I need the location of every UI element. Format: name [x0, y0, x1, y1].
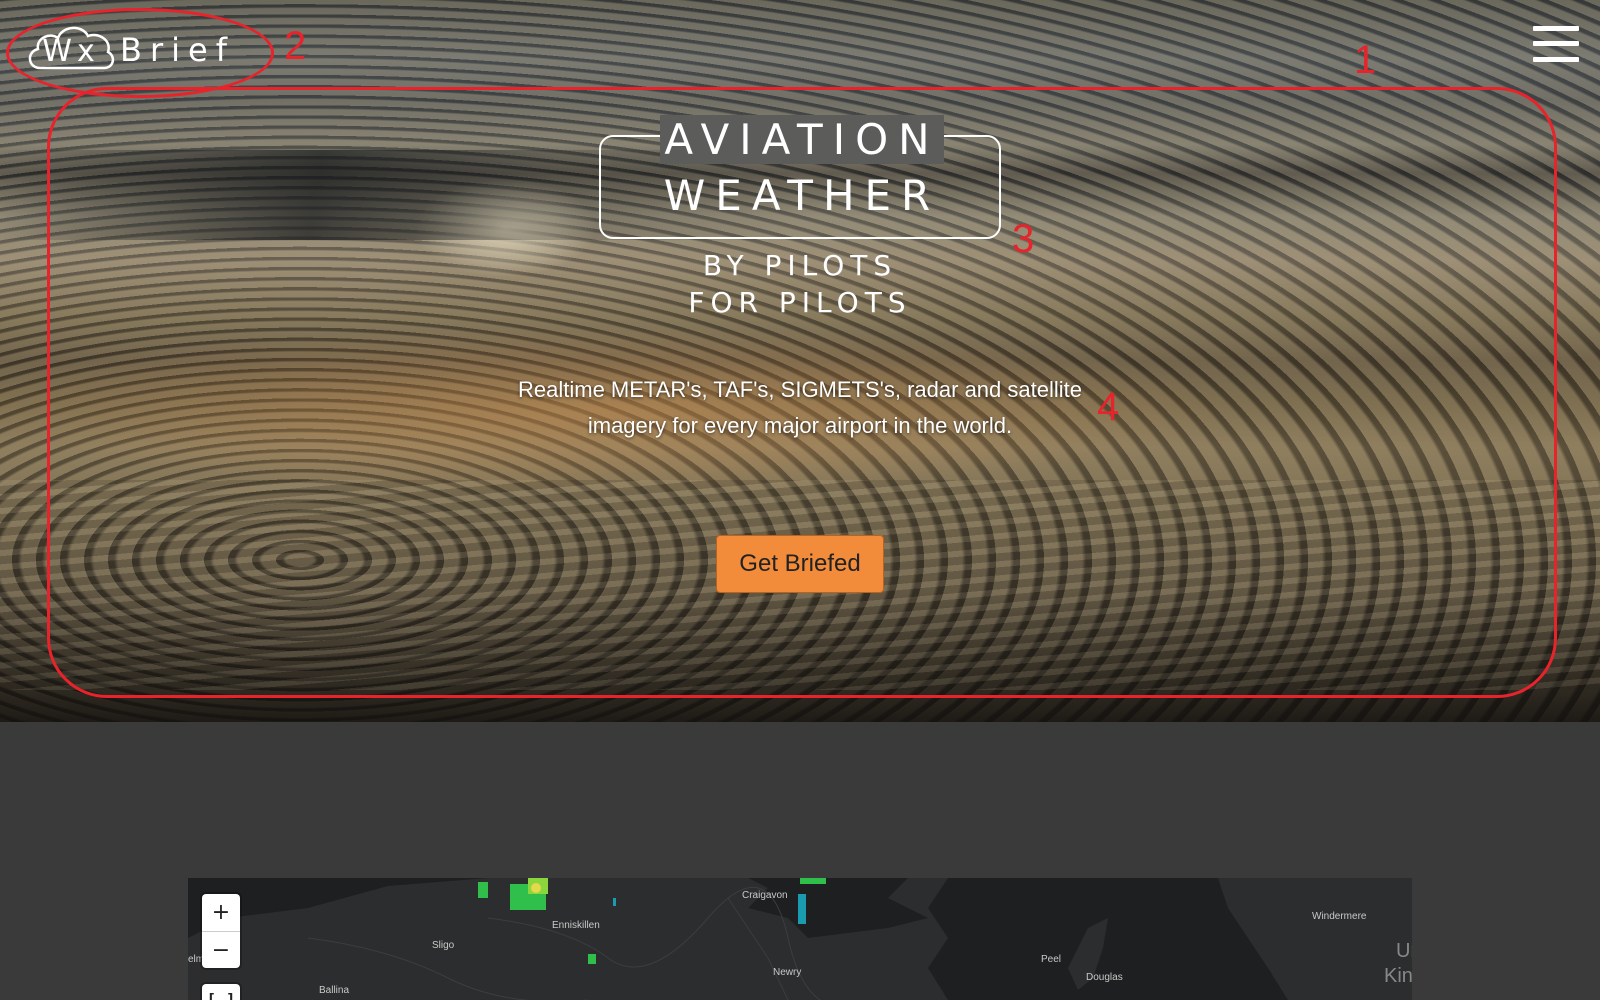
- zoom-control: + −: [202, 894, 240, 968]
- zoom-in-button[interactable]: +: [202, 894, 240, 931]
- headline-line-1: AVIATION: [582, 115, 1022, 164]
- map-label-sligo: Sligo: [432, 940, 455, 951]
- map-label-windermere: Windermere: [1312, 911, 1367, 922]
- hamburger-menu-icon[interactable]: [1533, 24, 1579, 64]
- get-briefed-button[interactable]: Get Briefed: [716, 535, 884, 593]
- headline-weather: WEATHER: [663, 171, 941, 220]
- hero-section: Wx Brief AVIATION WEATHER BY PILOTS FOR …: [0, 0, 1600, 722]
- wxbrief-logo[interactable]: Wx Brief: [26, 22, 235, 72]
- map-terrain: [188, 878, 1412, 1000]
- radar-map[interactable]: Craigavon Enniskillen Sligo Newry Ballin…: [188, 878, 1412, 1000]
- tagline-by-pilots: BY PILOTS: [702, 249, 898, 282]
- headline-frame: AVIATION WEATHER: [599, 115, 1001, 239]
- headline-line-2: WEATHER: [582, 171, 1022, 220]
- map-label-enniskillen: Enniskillen: [552, 920, 600, 931]
- map-label-ur: Ur: [1396, 940, 1412, 962]
- tagline-for-pilots: FOR PILOTS: [688, 286, 912, 319]
- map-label-peel: Peel: [1041, 954, 1062, 965]
- hero-description: Realtime METAR's, TAF's, SIGMETS's, rada…: [518, 377, 1082, 438]
- logo-wx-text: Wx: [42, 33, 100, 69]
- cloud-logo-icon: Wx: [26, 22, 116, 72]
- map-label-ballina: Ballina: [319, 985, 350, 996]
- map-label-newry: Newry: [773, 967, 802, 978]
- map-label-kin: Kin: [1384, 965, 1412, 987]
- map-label-craigavon: Craigavon: [742, 890, 788, 901]
- logo-brief-text: Brief: [120, 31, 235, 69]
- map-label-douglas: Douglas: [1086, 972, 1123, 983]
- fullscreen-button[interactable]: [ ]: [202, 984, 240, 1000]
- headline-aviation: AVIATION: [660, 115, 944, 164]
- zoom-out-button[interactable]: −: [202, 931, 240, 968]
